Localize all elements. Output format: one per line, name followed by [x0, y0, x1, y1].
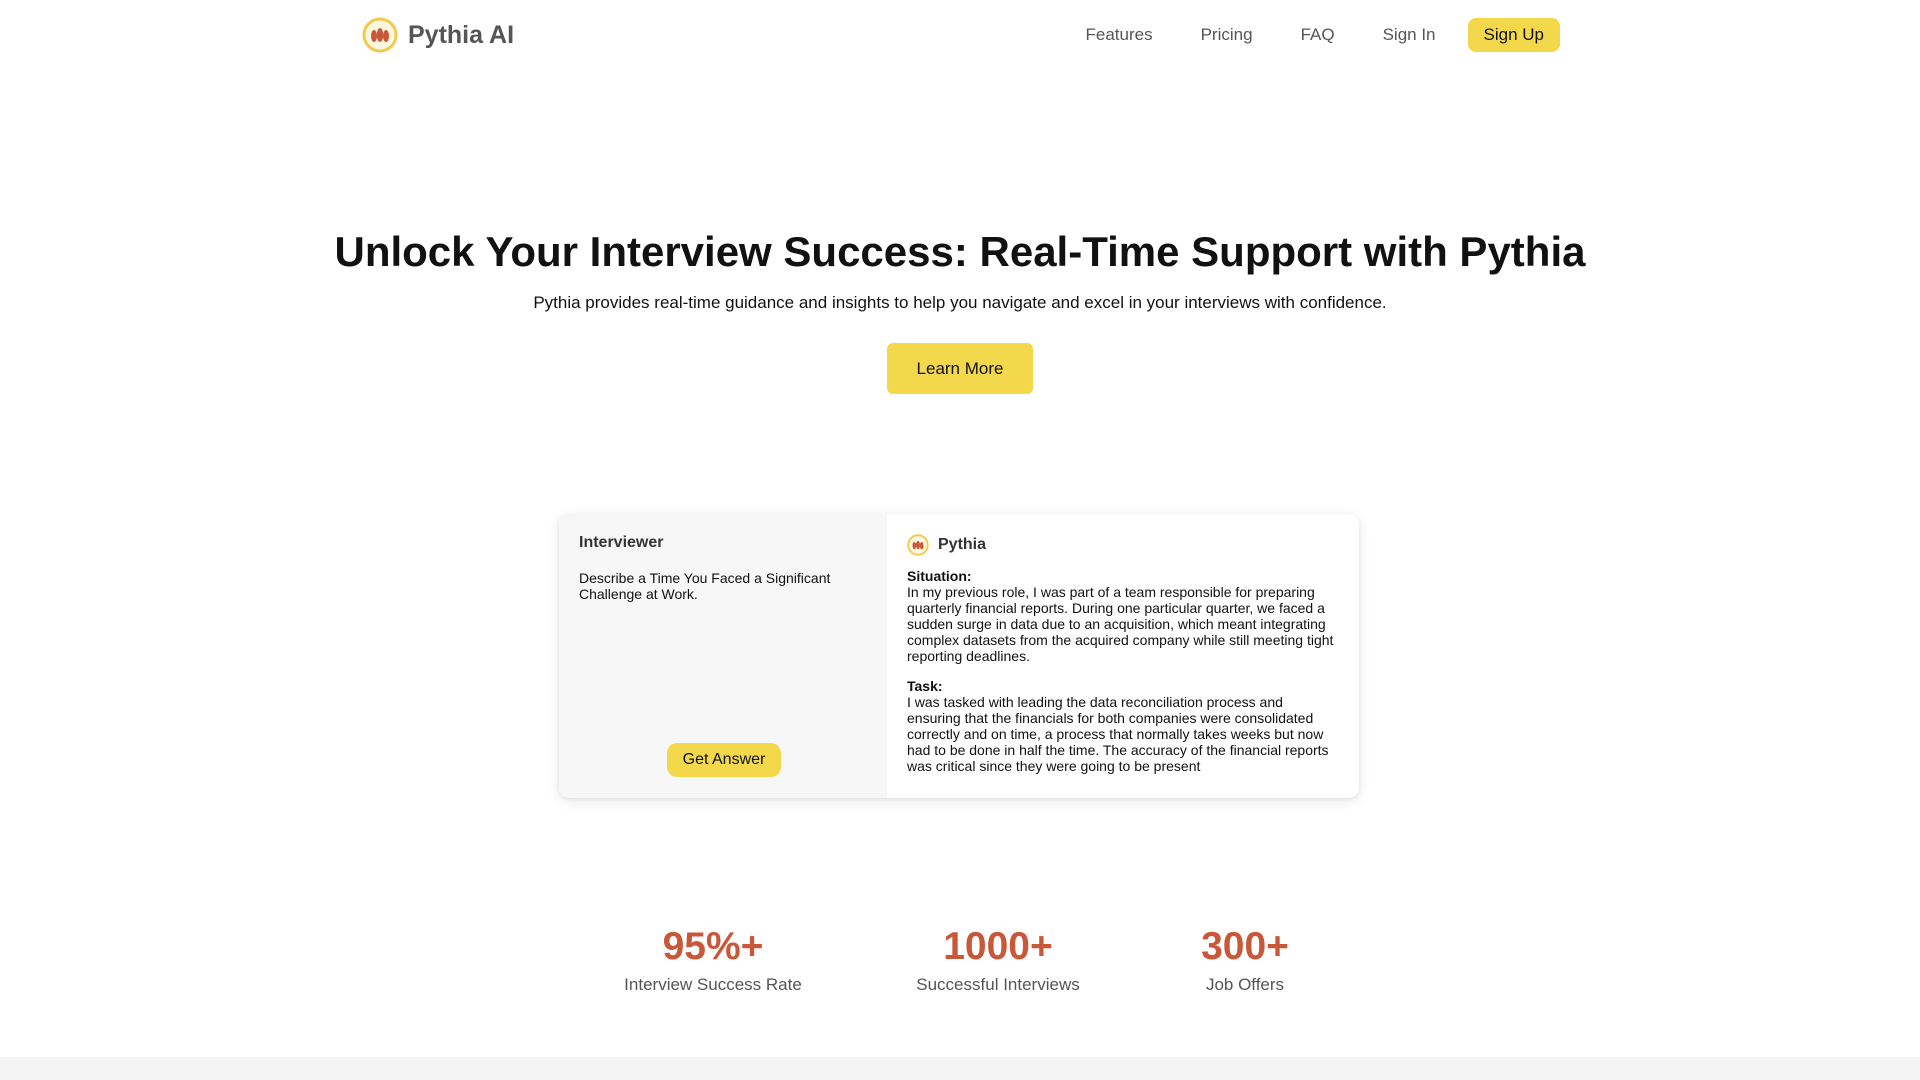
- stat-job-offers: 300+ Job Offers: [1145, 923, 1345, 995]
- landing-page: Pythia AI Features Pricing FAQ Sign In S…: [0, 0, 1920, 1080]
- pythia-pane: Pythia Situation: In my previous role, I…: [887, 514, 1359, 798]
- situation-text: In my previous role, I was part of a tea…: [907, 584, 1334, 664]
- brand-link[interactable]: Pythia AI: [362, 17, 514, 53]
- nav-pricing[interactable]: Pricing: [1201, 25, 1253, 45]
- nav-features[interactable]: Features: [1086, 25, 1153, 45]
- interview-question: Describe a Time You Faced a Significant …: [579, 570, 831, 602]
- main-nav: Features Pricing FAQ Sign In Sign Up: [1086, 18, 1560, 52]
- hero-subtitle: Pythia provides real-time guidance and i…: [533, 293, 1387, 312]
- stat-value: 95%+: [662, 925, 764, 968]
- stat-label: Successful Interviews: [916, 975, 1080, 994]
- stat-interviews: 1000+ Successful Interviews: [898, 923, 1098, 995]
- nav-faq[interactable]: FAQ: [1301, 25, 1335, 45]
- task-text: I was tasked with leading the data recon…: [907, 694, 1329, 774]
- stat-value: 300+: [1201, 925, 1289, 968]
- stat-label: Job Offers: [1205, 975, 1285, 994]
- situation-label: Situation:: [907, 568, 972, 584]
- hero-title: Unlock Your Interview Success: Real-Time…: [334, 228, 1586, 275]
- assistant-name: Pythia: [938, 536, 987, 553]
- pythia-avatar-icon: [907, 534, 929, 556]
- demo-card: Interviewer Describe a Time You Faced a …: [559, 514, 1359, 798]
- interviewer-pane: Interviewer Describe a Time You Faced a …: [559, 514, 887, 798]
- stat-label: Interview Success Rate: [624, 975, 802, 994]
- pythia-logo-icon: [362, 17, 398, 53]
- interviewer-title: Interviewer: [579, 534, 664, 551]
- pythia-header: Pythia: [907, 534, 1339, 556]
- stat-value: 1000+: [943, 925, 1053, 968]
- get-answer-button[interactable]: Get Answer: [667, 743, 781, 777]
- stat-success-rate: 95%+ Interview Success Rate: [612, 923, 814, 995]
- task-label: Task:: [907, 678, 943, 694]
- footer-band: [0, 1057, 1920, 1080]
- sign-up-button[interactable]: Sign Up: [1467, 18, 1560, 52]
- nav-sign-in[interactable]: Sign In: [1383, 25, 1436, 45]
- site-header: Pythia AI Features Pricing FAQ Sign In S…: [362, 17, 1560, 53]
- brand-name: Pythia AI: [408, 20, 515, 49]
- learn-more-button[interactable]: Learn More: [887, 343, 1033, 394]
